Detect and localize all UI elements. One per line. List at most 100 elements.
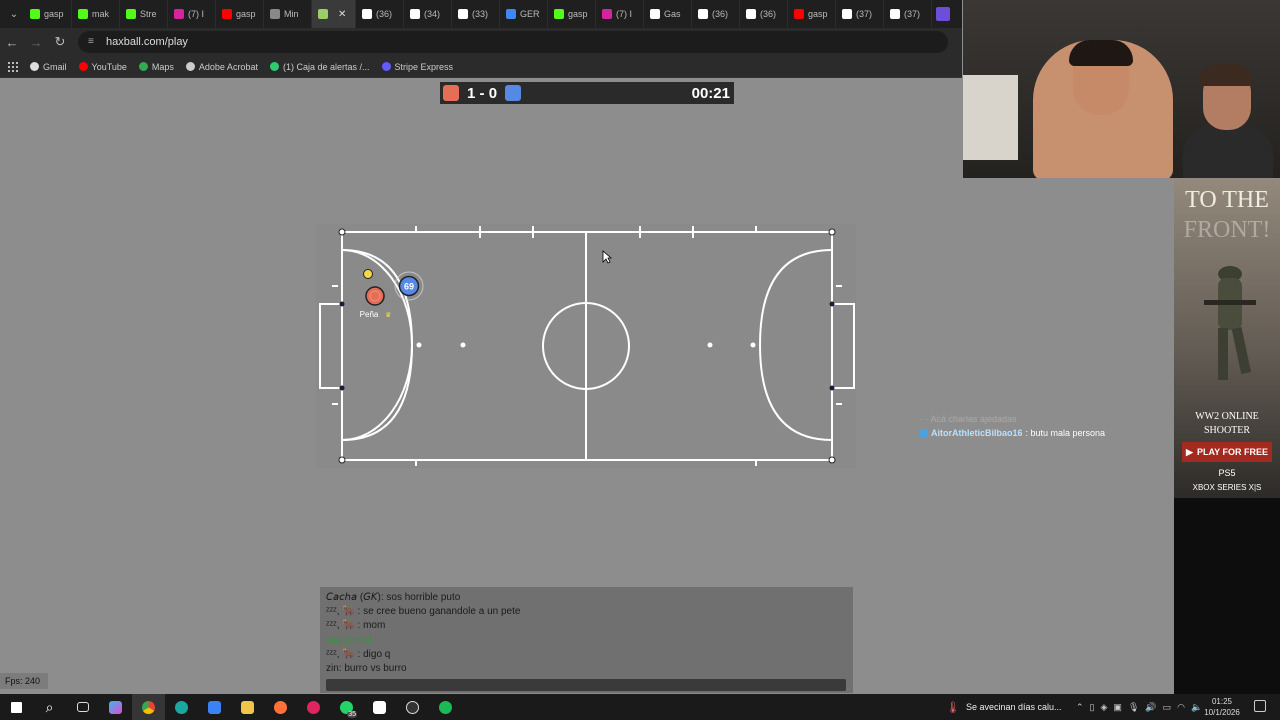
crown-icon: ♛ — [385, 311, 391, 319]
browser-tab[interactable]: gasp — [788, 0, 836, 28]
tab-strip: gasp mak Stre (7) I gasp Min ✕ (36) (34) (33) GER g… — [24, 0, 932, 28]
edge-icon[interactable] — [165, 694, 198, 720]
forward-button[interactable]: → — [24, 30, 48, 54]
microphone-icon[interactable]: 🎙 — [1128, 702, 1139, 713]
back-button[interactable]: ← — [0, 30, 24, 54]
tab-label: (7) I — [188, 9, 205, 19]
firefox-icon[interactable] — [264, 694, 297, 720]
youtube-icon — [222, 9, 232, 19]
browser-tab[interactable]: (37) — [836, 0, 884, 28]
extension-icon[interactable] — [936, 7, 950, 21]
file-explorer-icon[interactable] — [231, 694, 264, 720]
bookmark-label: (1) Caja de alertas /... — [282, 61, 370, 72]
mouse-cursor-icon — [602, 250, 612, 264]
stream-chat-overlay: · · Acá charlas ajedadas AitorAthleticBi… — [920, 414, 1105, 438]
whatsapp-icon[interactable]: 35 — [330, 694, 363, 720]
browser-tab[interactable]: (36) — [356, 0, 404, 28]
opera-gx-icon[interactable] — [297, 694, 330, 720]
browser-tab[interactable]: GER — [500, 0, 548, 28]
right-panel-empty — [1174, 498, 1280, 694]
task-view-icon[interactable] — [66, 694, 99, 720]
site-info-icon[interactable]: ≡ — [88, 37, 98, 47]
advertisement-banner[interactable]: TO THE FRONT! WW2 ONLINE SHOOTER ▶ PLAY … — [1174, 178, 1280, 498]
browser-tab[interactable]: gasp — [216, 0, 264, 28]
windows-taskbar: ⌕ 35 🌡 Se avecinan días calu... ⌃ ▯ ◈ ▣ … — [0, 694, 1280, 720]
capcut-icon[interactable] — [363, 694, 396, 720]
chat-message-line: ᶻᶻᶻ, 🐂 : digo q — [326, 648, 391, 660]
ad-title: TO THE — [1185, 187, 1269, 213]
nvidia-icon[interactable]: ▣ — [1113, 702, 1122, 713]
browser-tab[interactable]: (7) I — [168, 0, 216, 28]
instagram-icon — [602, 9, 612, 19]
chat-message-line: 𝘊𝘢𝘤𝘩𝘢 (𝘎𝘒): sos horrible puto — [326, 592, 461, 603]
browser-tab[interactable]: (34) — [404, 0, 452, 28]
chat-message: : butu mala persona — [1025, 428, 1106, 438]
browser-tab[interactable]: gasp — [548, 0, 596, 28]
kick-icon — [554, 9, 564, 19]
reload-button[interactable]: ↻ — [48, 30, 72, 54]
display-icon[interactable]: ▭ — [1163, 702, 1172, 713]
battery-icon[interactable]: ▯ — [1090, 702, 1095, 713]
browser-tab[interactable]: (33) — [452, 0, 500, 28]
bookmark-icon — [30, 62, 39, 71]
score-red: 1 — [467, 84, 476, 102]
score-blue: 0 — [488, 84, 498, 102]
fps-counter: Fps: 240 — [0, 673, 48, 689]
browser-tab[interactable]: Stre — [120, 0, 168, 28]
copilot-icon[interactable] — [99, 694, 132, 720]
tab-label: gasp — [236, 9, 256, 19]
obs-icon[interactable] — [396, 694, 429, 720]
scoreboard: 1 - 0 00:21 — [440, 82, 734, 104]
browser-tab[interactable]: (36) — [692, 0, 740, 28]
kick-icon — [126, 9, 136, 19]
browser-tab[interactable]: mak — [72, 0, 120, 28]
game-chat-input[interactable] — [326, 679, 846, 691]
ad-play-button[interactable]: ▶ PLAY FOR FREE — [1182, 442, 1272, 462]
browser-tab[interactable]: (37) — [884, 0, 932, 28]
red-team-swatch — [443, 85, 459, 101]
browser-tab[interactable]: ✕ — [312, 0, 356, 28]
bookmark-item[interactable]: (1) Caja de alertas /... — [269, 61, 370, 72]
play-icon: ▶ — [1186, 446, 1193, 457]
browser-tab[interactable]: Min — [264, 0, 312, 28]
bookmark-item[interactable]: Adobe Acrobat — [185, 61, 258, 72]
search-icon[interactable]: ⌕ — [33, 694, 66, 720]
browser-tab[interactable]: (36) — [740, 0, 788, 28]
chat-message-line: has joined — [326, 634, 372, 646]
bookmark-label: Gmail — [43, 61, 67, 72]
system-clock[interactable]: 01:25 10/1/2026 — [1198, 696, 1246, 718]
tab-label: (34) — [424, 9, 441, 19]
address-bar[interactable]: ≡ haxball.com/play — [78, 31, 948, 53]
network-icon[interactable]: ◈ — [1101, 702, 1108, 713]
spotify-icon[interactable] — [429, 694, 462, 720]
match-timer: 00:21 — [691, 84, 730, 102]
bookmark-icon — [381, 62, 391, 71]
speaker-icon[interactable]: 🔊 — [1145, 702, 1156, 713]
tab-search-icon[interactable]: ⌄ — [4, 0, 24, 28]
tiktok-icon — [410, 9, 420, 19]
bookmark-item[interactable]: Stripe Express — [381, 62, 453, 72]
chat-message-line: ᶻᶻᶻ, 🐂 : mom — [326, 620, 386, 632]
bookmark-label: Adobe Acrobat — [198, 61, 258, 72]
notifications-icon[interactable] — [1254, 700, 1266, 712]
bookmark-item[interactable]: Maps — [138, 62, 174, 72]
browser-tab[interactable]: gasp — [24, 0, 72, 28]
wifi-icon[interactable]: ◠ — [1177, 702, 1185, 713]
bookmark-item[interactable]: YouTube — [78, 62, 127, 72]
bookmark-item[interactable]: Gmail — [30, 62, 67, 72]
chevron-up-icon[interactable]: ⌃ — [1076, 702, 1084, 713]
tab-label: (36) — [712, 9, 729, 19]
weather-news-widget[interactable]: 🌡 Se avecinan días calu... — [946, 694, 1062, 720]
windows-start-icon[interactable] — [0, 694, 33, 720]
score-display: 1 - 0 — [467, 85, 497, 102]
apps-grid-icon[interactable] — [8, 61, 18, 72]
game-chat-messages: 𝘊𝘢𝘤𝘩𝘢 (𝘎𝘒): sos horrible puto ᶻᶻᶻ, 🐂 : se… — [326, 591, 847, 676]
tab-label: (37) — [904, 9, 921, 19]
chrome-icon[interactable] — [132, 694, 165, 720]
store-icon[interactable] — [198, 694, 231, 720]
ps5-logo: PS5 — [1218, 468, 1236, 478]
red-player — [365, 286, 385, 306]
browser-tab[interactable]: Gas — [644, 0, 692, 28]
close-tab-icon[interactable]: ✕ — [338, 9, 346, 20]
browser-tab[interactable]: (7) I — [596, 0, 644, 28]
